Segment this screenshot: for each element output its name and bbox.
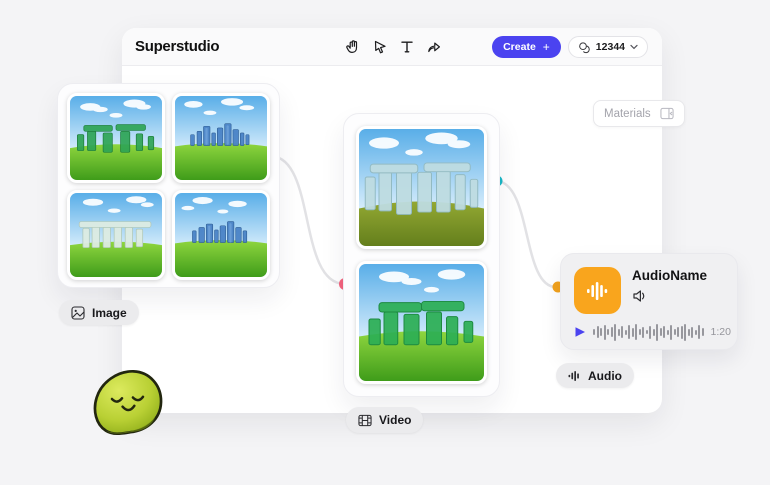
video-icon [358,414,372,427]
pale-blue-stonehenge-image [359,129,484,246]
audio-waveform-icon [586,280,610,302]
plus-icon: + [543,40,550,54]
green-stonehenge-image [70,96,162,180]
thumbnail-blue-pillars[interactable] [172,190,270,280]
audio-node-label: Audio [588,369,622,383]
text-tool-button[interactable] [398,38,416,56]
image-node-label-button[interactable]: Image [59,300,139,325]
hand-tool-button[interactable] [344,38,362,56]
audio-title: AudioName [632,268,707,283]
image-icon [71,306,85,320]
audio-tile[interactable] [574,267,621,314]
chevron-down-icon [630,44,638,50]
share-tool-button[interactable] [425,38,443,56]
materials-label: Materials [604,108,651,120]
video-node-label: Video [379,413,411,427]
audio-node-label-button[interactable]: Audio [556,363,634,388]
app-title: Superstudio [135,28,219,66]
image-node-label: Image [92,306,127,320]
video-node-label-button[interactable]: Video [346,407,423,433]
text-icon [399,39,415,55]
create-label: Create [503,41,536,53]
thumbnail-green-stonehenge[interactable] [67,93,165,183]
audio-node-card[interactable]: AudioName 1:20 [560,253,738,350]
thumbnail-green-stonehenge[interactable] [356,261,487,384]
blob-mascot [83,357,175,447]
green-stonehenge-image [359,264,484,381]
toolbar [344,28,443,66]
audio-player: 1:20 [574,322,724,342]
hand-icon [345,39,361,55]
image-node-card[interactable] [57,83,280,288]
video-node-card[interactable] [343,113,500,397]
audio-waveform[interactable] [593,322,704,342]
audio-duration: 1:20 [711,326,731,338]
blue-pillars-image [175,193,267,277]
topbar: Superstudio [122,28,662,66]
topbar-actions: Create + 12344 [492,28,648,66]
waveform-icon [568,370,581,382]
play-icon [574,326,586,338]
cursor-icon [372,39,388,55]
thumbnail-pale-blue-stonehenge[interactable] [356,126,487,249]
credits-button[interactable]: 12344 [568,36,648,58]
speaker-icon[interactable] [632,289,648,303]
share-icon [426,39,442,55]
clear-stonehenge-image [70,193,162,277]
panel-right-icon [660,107,674,120]
select-tool-button[interactable] [371,38,389,56]
blue-pillars-image [175,96,267,180]
play-button[interactable] [574,326,586,338]
materials-button[interactable]: Materials [593,100,685,127]
credits-count: 12344 [596,41,625,53]
app-background: Superstudio [0,0,770,485]
create-button[interactable]: Create + [492,36,561,58]
coins-icon [578,41,591,54]
thumbnail-blue-pillars[interactable] [172,93,270,183]
thumbnail-clear-stonehenge[interactable] [67,190,165,280]
